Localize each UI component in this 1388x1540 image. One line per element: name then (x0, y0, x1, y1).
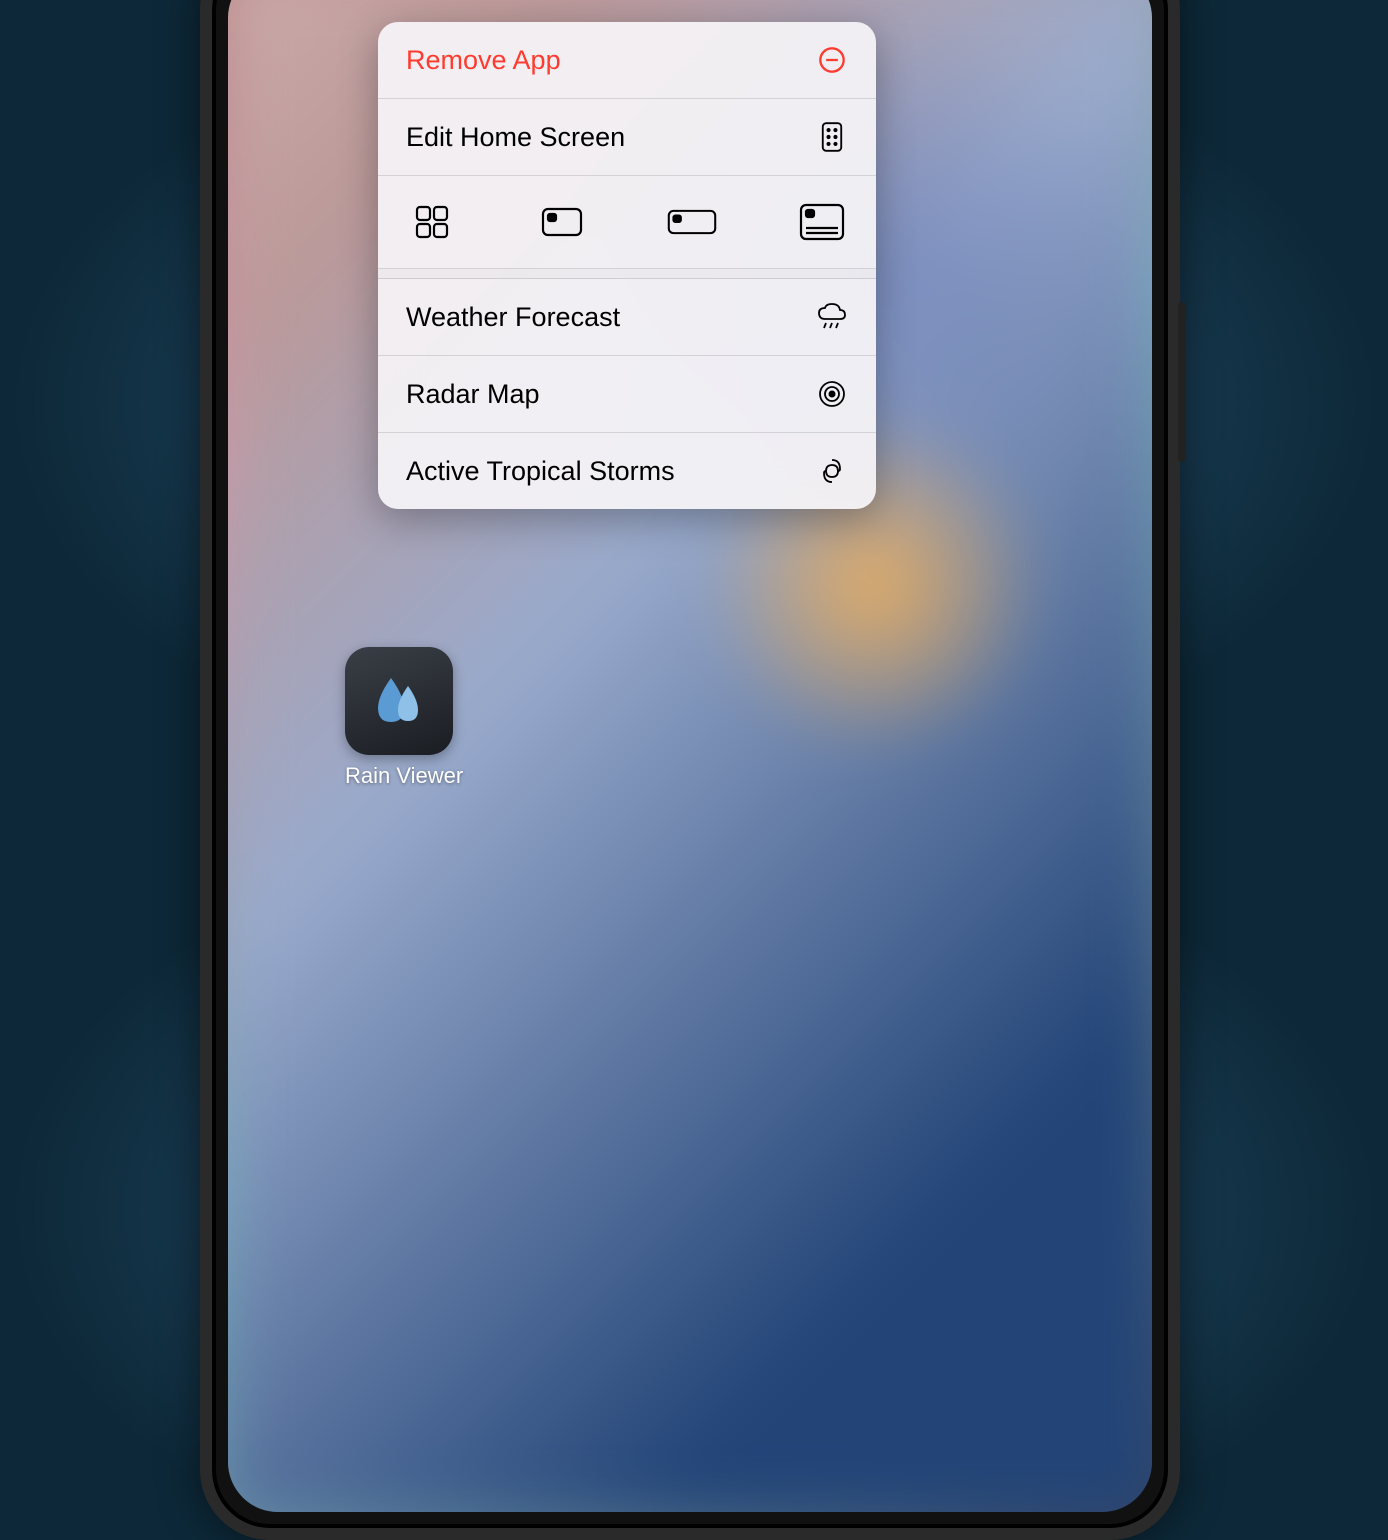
storm-icon (816, 455, 848, 487)
rain-viewer-app-icon[interactable] (345, 647, 453, 755)
menu-separator (378, 269, 876, 279)
radar-map-item[interactable]: Radar Map (378, 356, 876, 433)
apps-grid-icon (816, 121, 848, 153)
phone-side-button (1178, 302, 1186, 462)
edit-home-screen-item[interactable]: Edit Home Screen (378, 99, 876, 176)
remove-icon (816, 44, 848, 76)
active-tropical-storms-item[interactable]: Active Tropical Storms (378, 433, 876, 509)
widget-size-xlarge-icon[interactable] (796, 202, 848, 242)
app-icon-container: Rain Viewer (345, 647, 463, 789)
widget-size-row (378, 176, 876, 269)
radar-map-label: Radar Map (406, 379, 540, 410)
remove-app-label: Remove App (406, 45, 561, 76)
widget-size-medium-icon[interactable] (536, 202, 588, 242)
widget-size-small-icon[interactable] (406, 202, 458, 242)
rain-cloud-icon (816, 301, 848, 333)
radar-icon (816, 378, 848, 410)
context-menu: Remove App Edit Home Screen (378, 22, 876, 509)
widget-size-large-icon[interactable] (666, 202, 718, 242)
edit-home-screen-label: Edit Home Screen (406, 122, 625, 153)
weather-forecast-item[interactable]: Weather Forecast (378, 279, 876, 356)
weather-forecast-label: Weather Forecast (406, 302, 620, 333)
active-tropical-storms-label: Active Tropical Storms (406, 456, 675, 487)
app-name-label: Rain Viewer (345, 763, 463, 789)
remove-app-item[interactable]: Remove App (378, 22, 876, 99)
